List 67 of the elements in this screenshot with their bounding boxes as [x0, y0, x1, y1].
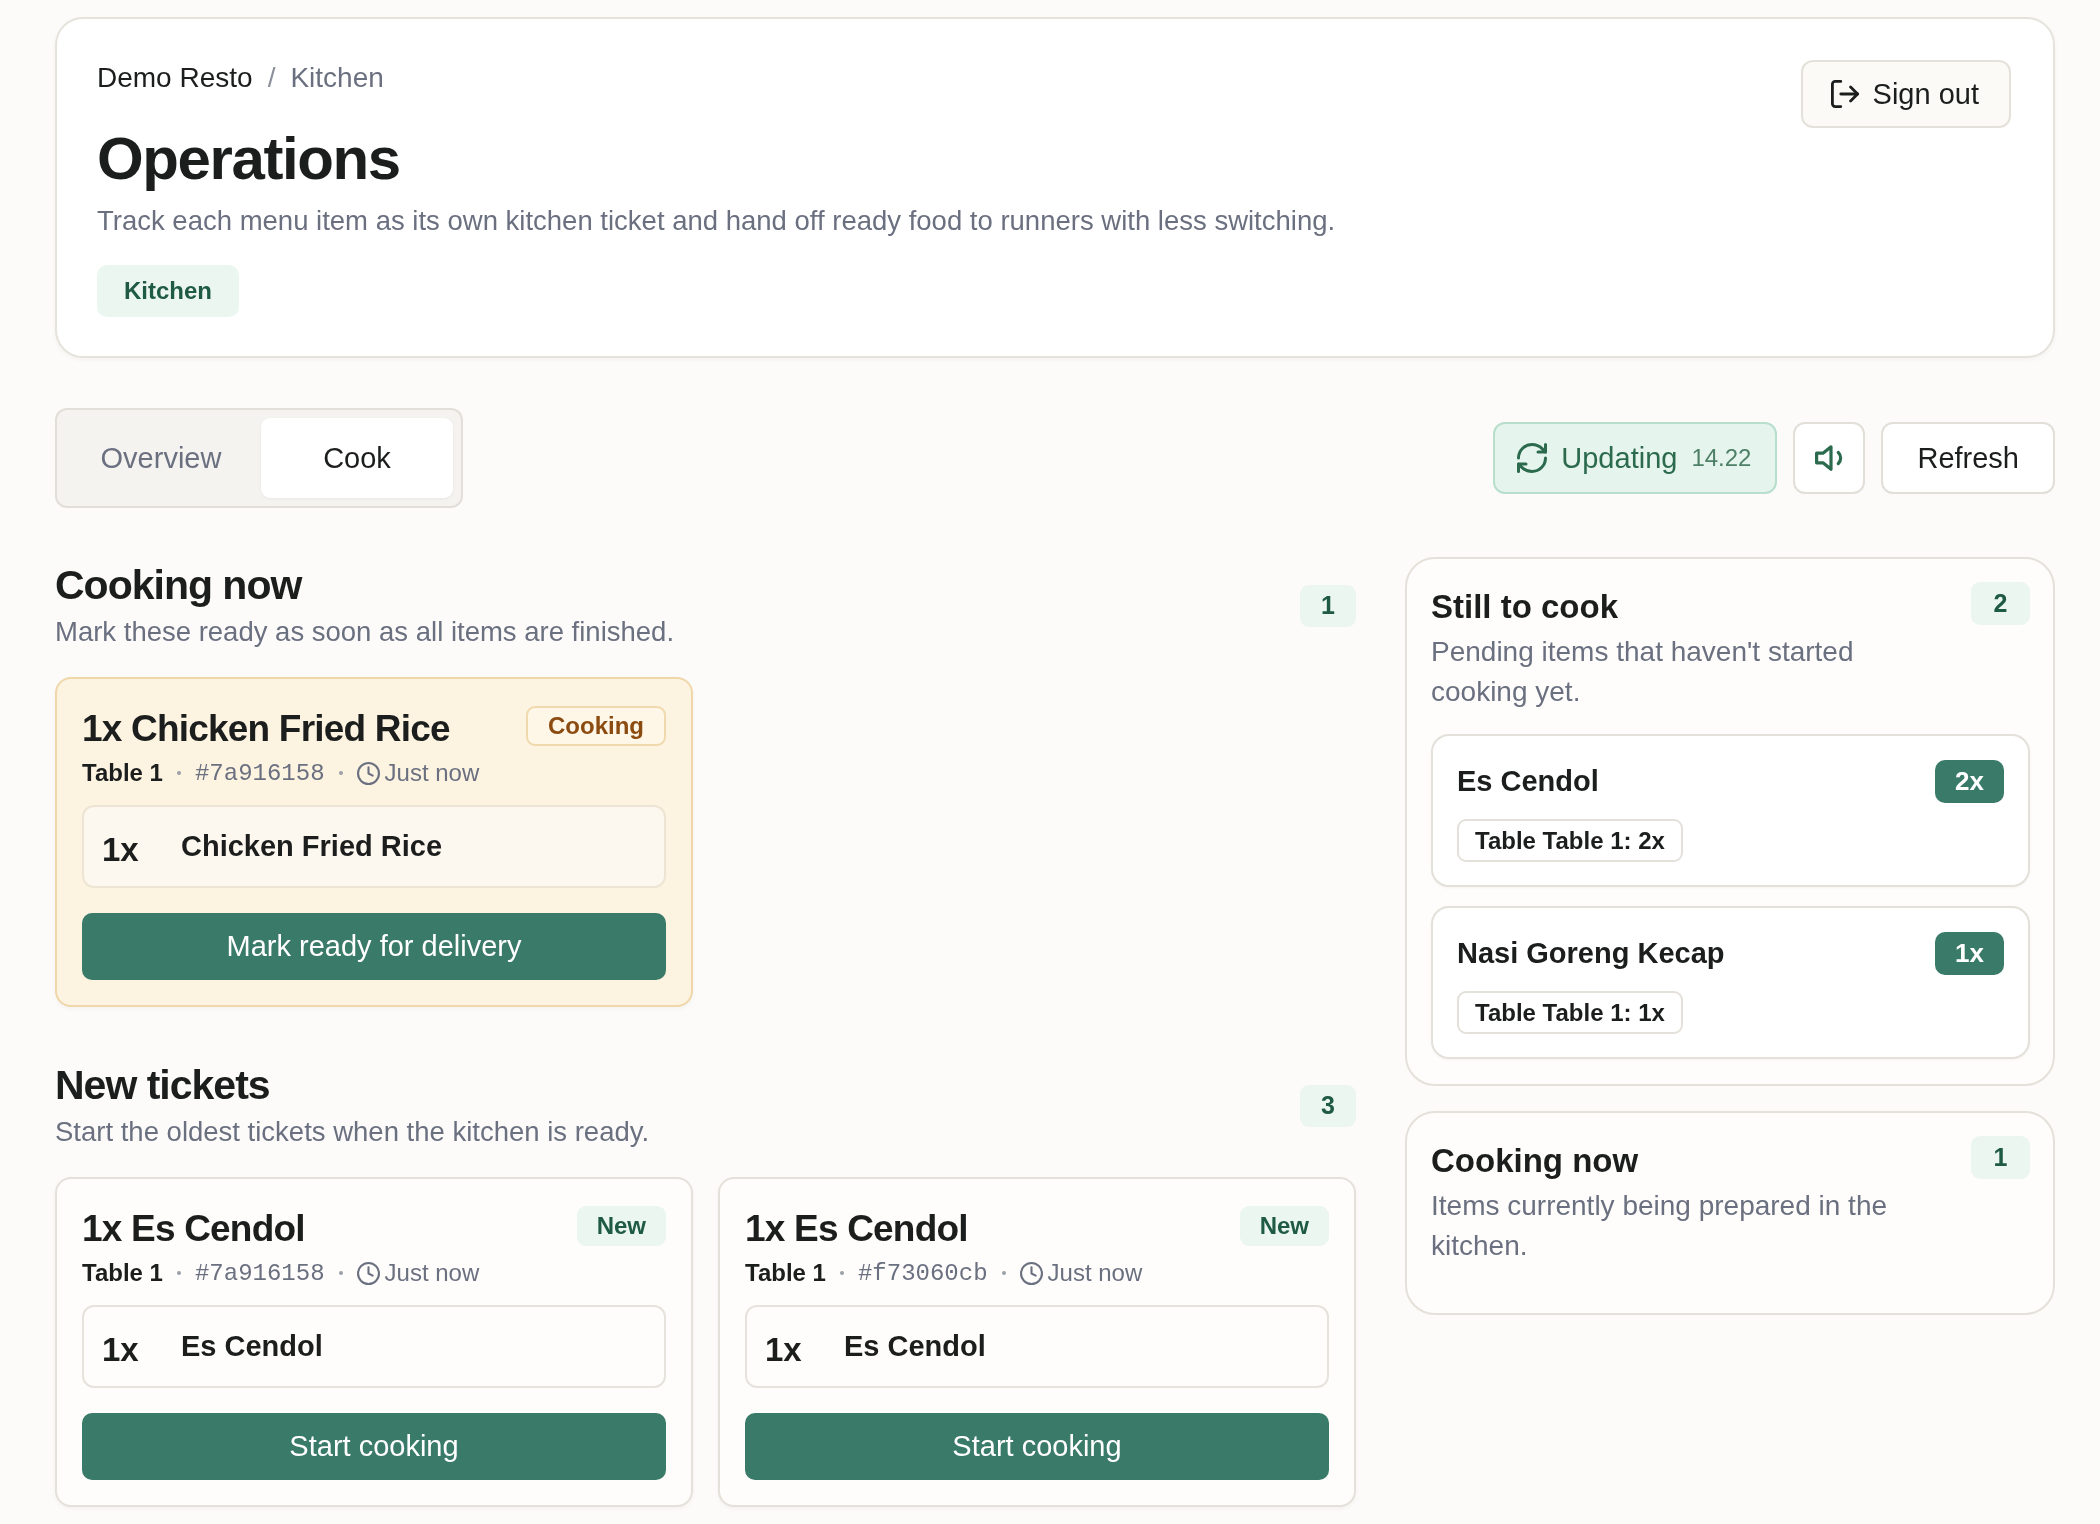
item-quantity: 1x	[102, 829, 140, 869]
refresh-icon	[1517, 443, 1548, 473]
ticket-action-button[interactable]: Mark ready for delivery	[82, 913, 666, 980]
dish-name: Nasi Goreng Kecap	[1457, 936, 1725, 971]
breadcrumb-link[interactable]: Demo Resto	[97, 60, 253, 96]
last-update-time: 14.22	[1691, 444, 1752, 472]
separator-dot-icon	[176, 771, 181, 775]
count-badge: 3	[1300, 1084, 1356, 1127]
panel-title: Cooking now	[1431, 1141, 1639, 1181]
status-badge: Cooking	[526, 706, 666, 746]
section-description: Mark these ready as soon as all items are finished.	[55, 615, 675, 649]
page-title: Operations	[97, 124, 400, 194]
order-id: #7a916158	[194, 759, 325, 787]
table-label: Table 1	[745, 1259, 826, 1287]
live-update-button[interactable]: Updating 14.22	[1493, 422, 1778, 494]
ticket-title: 1x Es Cendol	[745, 1207, 968, 1251]
ticket-title: 1x Es Cendol	[82, 1207, 305, 1251]
sign-out-button[interactable]: Sign out	[1800, 60, 2011, 128]
breadcrumb-current: Kitchen	[290, 61, 384, 95]
order-id: #7a916158	[194, 1259, 325, 1287]
table-tag: Table Table 1: 2x	[1457, 819, 1683, 862]
speaker-icon	[1815, 445, 1844, 471]
table-label: Table 1	[82, 759, 163, 787]
separator-dot-icon	[176, 1271, 181, 1275]
separator-dot-icon	[1001, 1271, 1006, 1275]
item-quantity: 1x	[102, 1329, 140, 1369]
quantity-pill: 1x	[1935, 931, 2004, 975]
tab[interactable]: Overview	[65, 418, 257, 498]
clock-icon	[356, 1261, 380, 1285]
panel-title: Still to cook	[1431, 587, 1618, 627]
count-badge: 1	[1971, 1136, 2030, 1179]
tab[interactable]: Cook	[261, 418, 453, 498]
separator-dot-icon	[338, 1271, 343, 1275]
count-badge: 1	[1300, 584, 1356, 627]
clock-icon	[1019, 1261, 1043, 1285]
ticket-time: Just now	[1047, 1259, 1143, 1287]
ticket-time: Just now	[384, 759, 480, 787]
panel-description: Pending items that haven't started cooking yet.	[1431, 635, 1855, 709]
ticket-action-button[interactable]: Start cooking	[745, 1413, 1329, 1480]
table-tag: Table Table 1: 1x	[1457, 991, 1683, 1034]
ticket-time: Just now	[384, 1259, 480, 1287]
item-name: Es Cendol	[181, 1330, 323, 1363]
panel-description: Items currently being prepared in the kitchen.	[1431, 1189, 1889, 1263]
order-id: #f73060cb	[857, 1259, 988, 1287]
count-badge: 2	[1971, 582, 2030, 625]
item-quantity: 1x	[765, 1329, 803, 1369]
table-label: Table 1	[82, 1259, 163, 1287]
role-badge: Kitchen	[97, 265, 239, 317]
status-badge: New	[576, 1206, 666, 1246]
section-title: New tickets	[55, 1061, 271, 1109]
status-badge: New	[1239, 1206, 1329, 1246]
section-description: Start the oldest tickets when the kitchen is ready.	[55, 1115, 650, 1149]
separator-dot-icon	[839, 1271, 844, 1275]
section-title: Cooking now	[55, 561, 303, 609]
page-description: Track each menu item as its own kitchen ticket and hand off ready food to runners with less switching.	[97, 204, 1336, 238]
item-name: Chicken Fried Rice	[181, 830, 443, 863]
separator-dot-icon	[338, 771, 343, 775]
item-name: Es Cendol	[844, 1330, 986, 1363]
refresh-button[interactable]: Refresh	[1881, 422, 2055, 494]
dish-name: Es Cendol	[1457, 764, 1599, 799]
ticket-title: 1x Chicken Fried Rice	[82, 707, 450, 751]
breadcrumb-separator: /	[267, 61, 276, 95]
ticket-action-button[interactable]: Start cooking	[82, 1413, 666, 1480]
quantity-pill: 2x	[1935, 759, 2004, 803]
sign-out-icon	[1830, 80, 1859, 108]
clock-icon	[356, 761, 380, 785]
sound-button[interactable]	[1793, 422, 1866, 494]
